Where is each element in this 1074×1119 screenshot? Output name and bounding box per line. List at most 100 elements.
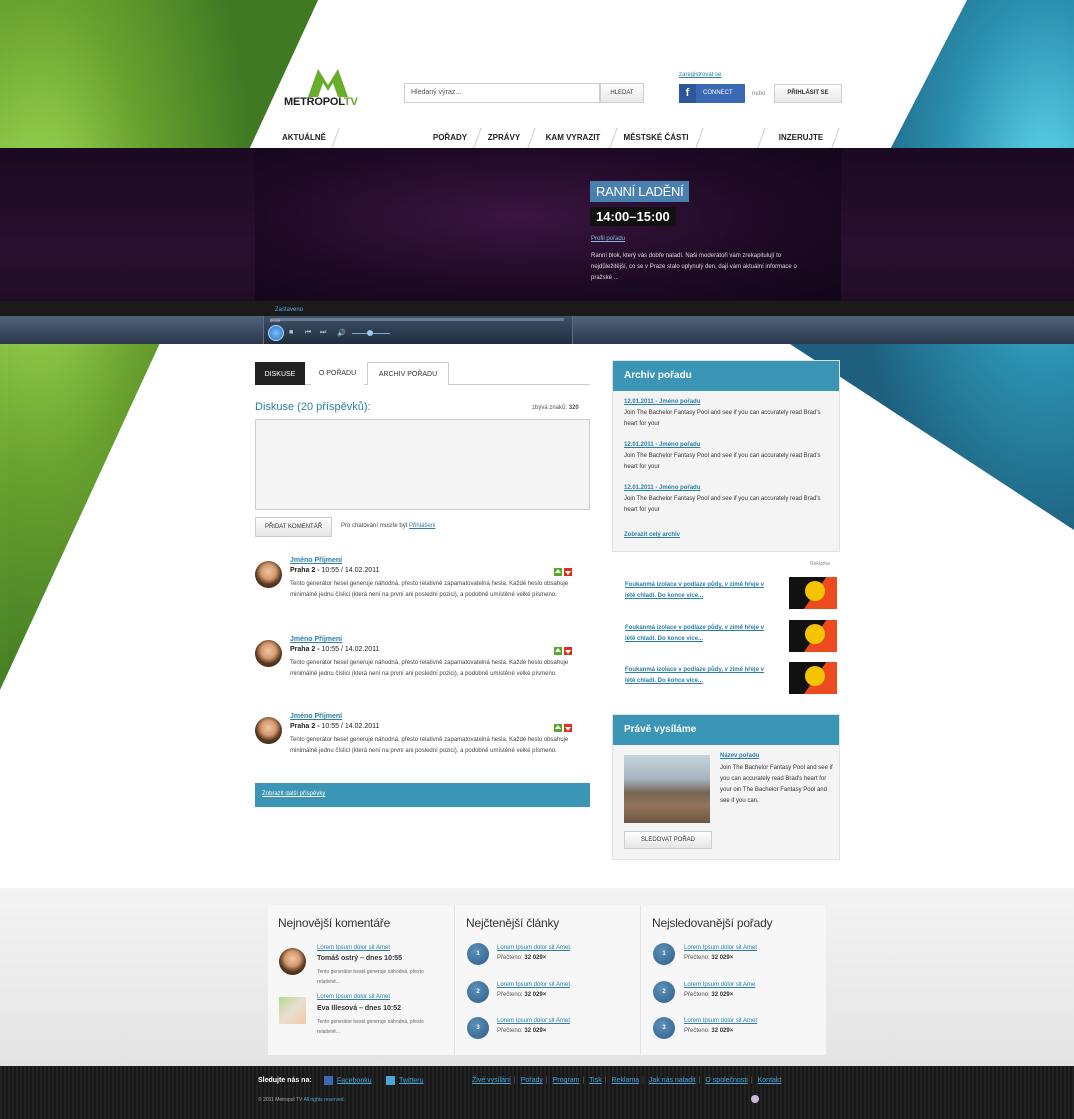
read-count: Přečteno: 32 029× [497,992,547,998]
comment-author[interactable]: Jméno Příjmení [290,713,342,720]
footer-link-contact[interactable]: Kontakt [758,1077,782,1084]
stop-icon[interactable]: ■ [289,329,293,336]
read-count: Přečteno: 32 029× [684,1028,734,1034]
archive-box: Archiv pořadu 12.01.2011 - Jméno pořadu J… [612,360,840,552]
footer-show-link[interactable]: Lorem Ipsum dolor sit Amet [684,945,757,951]
ad-link[interactable]: Foukanmá izolace v podlaze půdy, v zimě … [625,580,765,602]
nav-item-aktualne[interactable]: AKTUÁLNĚ [275,128,333,148]
volume-knob[interactable] [367,330,373,336]
facebook-connect-button[interactable]: f CONNECT [679,84,745,103]
nav-item-kam-vyrazit[interactable]: KAM VYRAZIT [537,128,609,148]
footer-link-shows[interactable]: Pořady [521,1077,543,1084]
footer-show-link[interactable]: Lorem Ipsum dolor sit Ame [684,982,755,988]
archive-item-link[interactable]: 12.01.2011 - Jméno pořadu [624,399,700,405]
ad-image[interactable] [789,662,837,694]
comment-item: Jméno Příjmení Praha 2 - 10:55 / 14.02.2… [255,557,590,629]
archive-item: 12.01.2011 - Jméno pořadu Join The Bachel… [624,399,821,427]
search-input[interactable]: Hledaný výraz... [404,83,600,103]
footer-comment-text: Tento generátor hesel generuje náhodná, … [317,969,424,985]
live-thumbnail[interactable] [624,755,710,823]
vote-up-icon[interactable] [554,647,562,655]
footer-links: Živé vysílání | Pořady | Program | Tisk | Re… [472,1077,781,1084]
comment-meta: Praha 2 - 10:55 / 14.02.2011 [290,723,380,730]
show-profile-link[interactable]: Profil pořadu [591,236,625,242]
comment-textarea[interactable] [255,419,590,510]
next-icon[interactable]: ⏭ [320,329,326,337]
play-button[interactable] [268,325,284,341]
tab-diskuse[interactable]: DISKUSE [255,362,305,385]
login-button[interactable]: PŘIHLÁSIT SE [774,84,842,103]
logo-text[interactable]: METROPOLTV [284,96,358,108]
link-separator: | [604,1077,607,1084]
login-link[interactable]: Přihlášeni [409,523,435,529]
vote-up-icon[interactable] [554,724,562,732]
chat-note: Pro chatování musíte být Přihlášeni [341,523,436,529]
chars-left: zbývá znaků: 320 [532,405,579,411]
comment-item: Jméno Příjmení Praha 2 - 10:55 / 14.02.2… [255,713,590,785]
nav-item-zpravy[interactable]: ZPRÁVY [481,128,527,148]
or-text: nebo [752,91,766,97]
facebook-link[interactable]: Facebooku [324,1076,372,1085]
live-show-link[interactable]: Název pořadu [720,753,759,759]
twitter-link[interactable]: Twitteru [386,1076,424,1085]
rank-badge: 2 [653,981,675,1003]
live-box: Právě vysíláme Název pořadu Join The Bac… [612,714,840,860]
previous-icon[interactable]: ⏮ [305,329,311,337]
vote-up-icon[interactable] [554,568,562,576]
nav-item-porady[interactable]: POŘADY [427,128,473,148]
show-description: Ranní blok, který vás dobře naladí. Naši… [591,253,797,281]
ad-item: Foukanmá izolace v podlaze půdy, v zimě … [625,620,838,652]
watch-show-button[interactable]: SLEDOVAT POŘAD [624,831,712,849]
footer-article-link[interactable]: Lorem Ipsum dolor sit Amet [497,982,570,988]
archive-item-link[interactable]: 12.01.2011 - Jméno pořadu [624,485,700,491]
ad-link[interactable]: Foukanmá izolace v podlaze půdy, v zimě … [625,623,765,645]
avatar [279,997,306,1024]
footer-show-link[interactable]: Lorem Ipsum dolor sit Amet [684,1018,757,1024]
footer-comment-link[interactable]: Lorem Ipsum dolor sit Amet [317,945,390,951]
footer-article-link[interactable]: Lorem Ipsum dolor sit Amet [497,1018,570,1024]
footer-article-link[interactable]: Lorem Ipsum dolor sit Amet [497,945,570,951]
vote-down-icon[interactable] [564,724,572,732]
comment-item: Jméno Příjmení Praha 2 - 10:55 / 14.02.2… [255,636,590,708]
archive-item-link[interactable]: 12.01.2011 - Jméno pořadu [624,442,700,448]
indicator-dot [751,1095,759,1103]
register-link[interactable]: zaregistrovat se [679,72,721,78]
footer-link-tune[interactable]: Jak nás naladit [649,1077,696,1084]
tab-o-poradu[interactable]: O POŘADU [311,362,364,385]
bottom-bar [0,1066,1074,1119]
logo-mark-icon[interactable] [308,69,348,97]
volume-icon[interactable]: 🔊 [337,329,346,337]
player-progress[interactable] [270,318,564,321]
nav-item-live[interactable]: ŽIVÉ VYSÍLÁNÍ [347,128,421,148]
vote-down-icon[interactable] [564,568,572,576]
avatar [255,561,282,588]
ad-link[interactable]: Foukanmá izolace v podlaze půdy, v zimě … [625,665,765,687]
footer-comment-link[interactable]: Lorem Ipsum dolor sit Amet [317,994,390,1000]
comment-author[interactable]: Jméno Příjmení [290,636,342,643]
footer-link-live[interactable]: Živé vysílání [472,1077,511,1084]
footer-link-company[interactable]: O společnosti [705,1077,747,1084]
link-separator: | [545,1077,548,1084]
comment-author[interactable]: Jméno Příjmení [290,557,342,564]
footer-link-program[interactable]: Program [553,1077,580,1084]
nav-item-mestske-casti[interactable]: MĚSTSKÉ ČÁSTI [617,128,695,148]
main-nav: AKTUÁLNĚ ŽIVÉ VYSÍLÁNÍ POŘADY ZPRÁVY KAM… [275,128,841,148]
ad-item: Foukanmá izolace v podlaze půdy, v zimě … [625,577,838,609]
link-separator: | [642,1077,644,1084]
ad-image[interactable] [789,577,837,609]
facebook-icon: f [679,84,696,103]
ad-image[interactable] [789,620,837,652]
nav-item-inzerujte[interactable]: INZERUJTE [769,128,833,148]
vote-down-icon[interactable] [564,647,572,655]
footer-link-press[interactable]: Tisk [589,1077,602,1084]
nav-divider [527,128,536,148]
search-button[interactable]: HLEDAT [600,83,644,103]
tab-archiv[interactable]: ARCHIV POŘADU [367,362,449,385]
footer-articles-title: Nejčtenější články [466,916,560,930]
footer-link-ads[interactable]: Reklama [612,1077,640,1084]
more-comments-link[interactable]: Zobrazit další příspěvky [262,791,325,797]
archive-all-link[interactable]: Zobrazit celý archiv [624,532,680,538]
player-elapsed: 00:00 [270,318,281,323]
add-comment-button[interactable]: PŘIDAT KOMENTÁŘ [255,517,332,537]
link-separator: | [698,1077,701,1084]
